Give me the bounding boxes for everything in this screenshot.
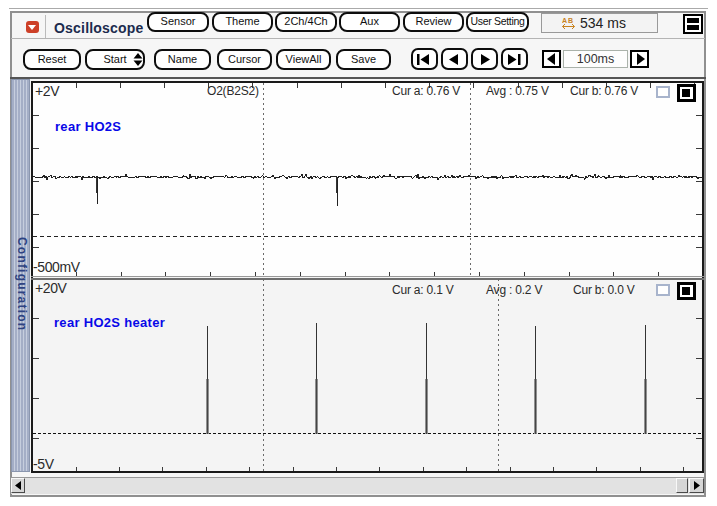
svg-text:B: B xyxy=(568,17,573,24)
svg-text:A: A xyxy=(562,17,567,24)
